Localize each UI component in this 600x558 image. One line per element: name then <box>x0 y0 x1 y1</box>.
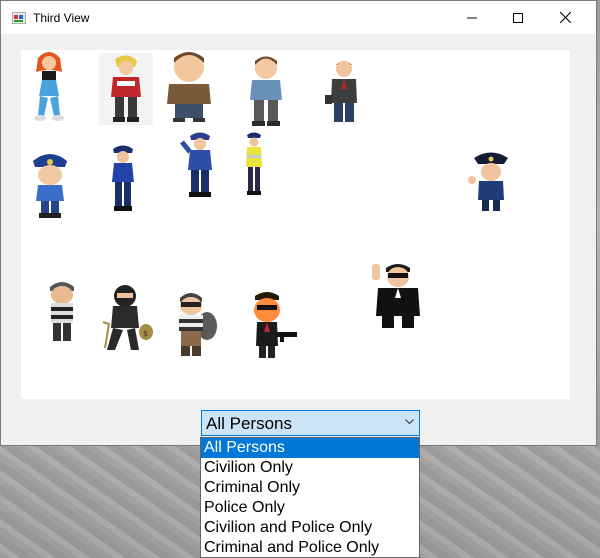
option-civilion-and-police-only[interactable]: Civilion and Police Only <box>201 518 419 538</box>
option-criminal-only[interactable]: Criminal Only <box>201 478 419 498</box>
window-title: Third View <box>33 11 90 25</box>
filter-selected-value: All Persons <box>206 414 292 433</box>
thief-moneybag-icon[interactable]: $ <box>99 282 155 354</box>
man-brown-shirt-icon[interactable] <box>161 50 217 122</box>
police-boy-icon[interactable] <box>29 151 71 219</box>
gangster-gun-icon[interactable] <box>247 288 301 360</box>
burglar-sack-icon[interactable] <box>169 288 217 360</box>
close-icon <box>559 12 571 23</box>
close-button[interactable] <box>542 1 588 34</box>
minimize-button[interactable] <box>449 1 495 34</box>
chevron-down-icon[interactable] <box>405 419 414 425</box>
option-all-persons[interactable]: All Persons <box>201 438 419 458</box>
app-icon <box>12 12 26 24</box>
man-blue-shirt-icon[interactable] <box>240 54 292 126</box>
minimize-icon <box>467 17 477 18</box>
svg-text:$: $ <box>143 329 148 338</box>
police-man-saluting-icon[interactable] <box>179 130 219 198</box>
option-police-only[interactable]: Police Only <box>201 498 419 518</box>
option-criminal-and-police-only[interactable]: Criminal and Police Only <box>201 538 419 557</box>
man-suit-icon[interactable] <box>321 55 367 127</box>
filter-dropdown-list: All Persons Civilion Only Criminal Only … <box>200 437 420 558</box>
traffic-officer-icon[interactable] <box>242 131 266 197</box>
boy-sweater-icon[interactable] <box>99 53 153 125</box>
maximize-button[interactable] <box>495 1 541 34</box>
filter-combobox[interactable]: All Persons <box>201 410 420 436</box>
bodyguard-sunglasses-icon[interactable] <box>370 260 426 330</box>
robber-striped-icon[interactable] <box>41 279 83 349</box>
police-woman-icon[interactable] <box>106 142 140 214</box>
police-officer-waving-icon[interactable] <box>468 150 510 216</box>
girl-hero-icon[interactable] <box>26 50 72 122</box>
option-civilion-only[interactable]: Civilion Only <box>201 458 419 478</box>
maximize-icon <box>513 12 523 23</box>
app-window: Third View $ All Persons <box>0 0 597 446</box>
title-bar[interactable]: Third View <box>1 1 596 34</box>
persons-canvas: $ <box>21 50 570 399</box>
